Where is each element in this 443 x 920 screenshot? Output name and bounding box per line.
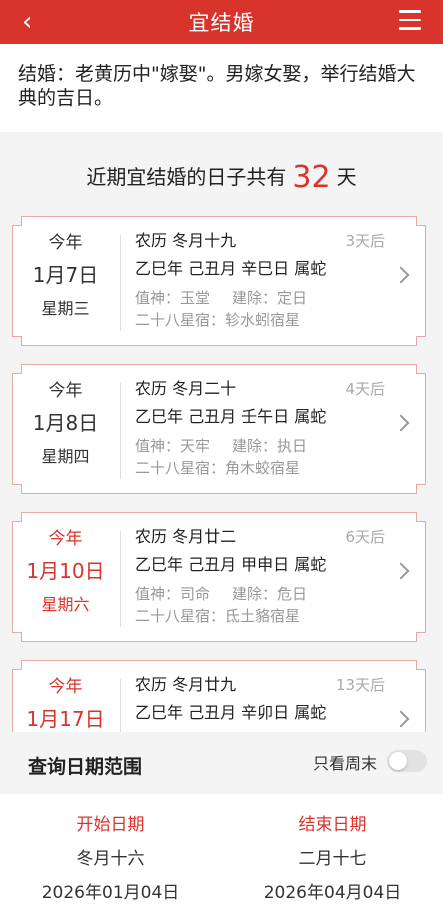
day-card[interactable]: 今年 1月8日 星期四 农历 冬月二十 4天后 乙巳年 己丑月 壬午日 属蛇 值神：天牢 建除…	[12, 364, 426, 494]
date-range-title: 查询日期范围	[28, 756, 143, 778]
page-title: 宜结婚	[188, 11, 255, 35]
card-xiu: 二十八星宿：轸水蚓宿星	[135, 311, 301, 329]
card-days-until: 3天后	[345, 232, 385, 250]
card-year: 今年	[48, 233, 83, 253]
chevron-right-icon	[392, 266, 410, 284]
card-days-until: 6天后	[345, 528, 385, 546]
card-details: 农历 冬月廿二 6天后 乙巳年 己丑月 甲申日 属蛇 值神：司命 建除：危日 二十八星宿：…	[135, 525, 385, 627]
card-corner-ornament	[416, 660, 426, 670]
back-icon[interactable]: ‹	[22, 6, 32, 38]
weekend-only-label: 只看周末	[312, 754, 377, 773]
top-bar: ‹ 宜结婚	[0, 0, 443, 44]
card-corner-ornament	[416, 512, 426, 522]
menu-icon[interactable]	[399, 10, 421, 30]
card-jianchu: 建除：执日	[232, 437, 308, 455]
card-zhishen: 值神：天牢	[135, 437, 211, 455]
card-ganzhi: 乙巳年 己丑月 壬午日 属蛇	[135, 407, 327, 426]
card-ganzhi: 乙巳年 己丑月 辛巳日 属蛇	[135, 259, 327, 278]
card-year: 今年	[48, 381, 83, 401]
start-date-picker[interactable]: 开始日期 冬月十六 2026年01月04日	[0, 814, 221, 904]
start-date-lunar: 冬月十六	[76, 849, 145, 869]
card-zhishen: 值神：司命	[135, 585, 211, 603]
card-divider	[120, 531, 121, 627]
day-card[interactable]: 今年 1月10日 星期六 农历 冬月廿二 6天后 乙巳年 己丑月 甲申日 属蛇 值神：司命建…	[12, 512, 426, 642]
card-meta: 值神：司命 建除：危日	[135, 583, 385, 605]
chevron-right-icon	[392, 562, 410, 580]
card-ganzhi: 乙巳年 己丑月 辛卯日 属蛇	[135, 703, 327, 722]
card-year: 今年	[48, 677, 83, 697]
card-jianchu: 建除：危日	[232, 585, 308, 603]
end-date-label: 结束日期	[298, 815, 367, 835]
card-corner-ornament	[416, 216, 426, 226]
card-year: 今年	[48, 529, 83, 549]
card-date: 1月10日	[26, 559, 105, 583]
intro-text: 结婚：老黄历中"嫁娶"。男嫁女娶，举行结婚大典的吉日。	[0, 44, 443, 132]
summary-line: 近期宜结婚的日子共有 32 天	[0, 160, 443, 195]
card-divider	[120, 235, 121, 331]
card-details: 农历 冬月二十 4天后 乙巳年 己丑月 壬午日 属蛇 值神：天牢 建除：执日 二十八星宿：…	[135, 377, 385, 479]
weekend-only-toggle[interactable]	[387, 750, 427, 772]
card-corner-ornament	[416, 336, 426, 346]
day-card[interactable]: 今年 1月7日 星期三 农历 冬月十九 3天后 乙巳年 己丑月 辛巳日 属蛇 值神：玉堂 建除…	[12, 216, 426, 346]
summary-suffix: 天	[336, 165, 357, 189]
date-range-header: 查询日期范围 只看周末	[0, 732, 443, 794]
chevron-right-icon	[392, 414, 410, 432]
card-date: 1月8日	[32, 411, 99, 435]
card-jianchu: 建除：定日	[232, 289, 308, 307]
end-date-picker[interactable]: 结束日期 二月十七 2026年04月04日	[222, 814, 443, 904]
end-date-lunar: 二月十七	[298, 849, 367, 869]
chevron-right-icon	[392, 710, 410, 728]
card-meta: 值神：天牢 建除：执日	[135, 435, 385, 457]
card-date-block: 今年 1月10日星期六	[13, 513, 118, 641]
card-weekday: 星期三	[41, 299, 90, 318]
summary-count: 32	[292, 160, 331, 195]
date-range-panel: 查询日期范围 只看周末 开始日期 冬月十六 2026年01月04日 结束日期 二…	[0, 732, 443, 920]
card-corner-ornament	[416, 632, 426, 642]
card-zhishen: 值神：玉堂	[135, 289, 211, 307]
card-weekday: 星期六	[41, 595, 90, 614]
card-date-block: 今年 1月7日星期三	[13, 217, 118, 345]
card-days-until: 13天后	[335, 676, 385, 694]
end-date-value: 2026年04月04日	[263, 883, 402, 903]
card-divider	[120, 383, 121, 479]
card-weekday: 星期四	[41, 447, 90, 466]
card-ganzhi: 乙巳年 己丑月 甲申日 属蛇	[135, 555, 327, 574]
card-corner-ornament	[416, 364, 426, 374]
card-date-block: 今年 1月8日星期四	[13, 365, 118, 493]
card-date: 1月7日	[32, 263, 99, 287]
card-date: 1月17日	[26, 707, 105, 731]
start-date-label: 开始日期	[76, 815, 145, 835]
card-corner-ornament	[416, 484, 426, 494]
card-xiu: 二十八星宿：角木蛟宿星	[135, 459, 301, 477]
card-days-until: 4天后	[345, 380, 385, 398]
summary-prefix: 近期宜结婚的日子共有	[86, 165, 287, 189]
card-xiu: 二十八星宿：氐土貉宿星	[135, 607, 301, 625]
start-date-value: 2026年01月04日	[41, 883, 180, 903]
toggle-knob	[389, 752, 407, 770]
card-meta: 值神：玉堂 建除：定日	[135, 287, 385, 309]
card-details: 农历 冬月十九 3天后 乙巳年 己丑月 辛巳日 属蛇 值神：玉堂 建除：定日 二十八星宿：…	[135, 229, 385, 331]
